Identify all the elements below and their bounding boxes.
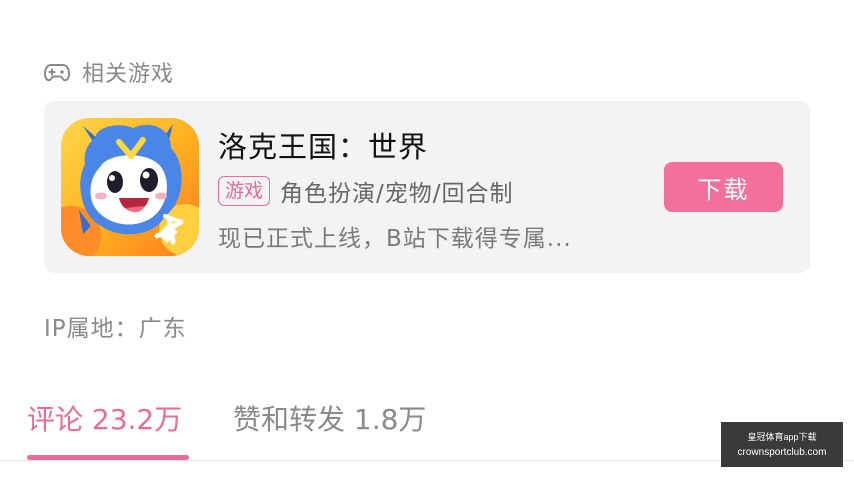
watermark: 皇冠体育app下载 crownsportclub.com (721, 422, 843, 467)
tab-comments[interactable]: 评论 23.2万 (27, 398, 182, 438)
tab-likes-shares[interactable]: 赞和转发 1.8万 (233, 398, 426, 438)
gamepad-icon (44, 64, 70, 82)
game-genre: 角色扮演/宠物/回合制 (280, 181, 514, 207)
ip-location: IP属地：广东 (44, 316, 187, 342)
watermark-line1: 皇冠体育app下载 (747, 431, 817, 442)
game-tag-badge: 游戏 (218, 176, 271, 206)
game-meta: 游戏 角色扮演/宠物/回合制 (218, 174, 514, 208)
related-games-title: 相关游戏 (82, 62, 175, 87)
watermark-line2: crownsportclub.com (737, 446, 827, 458)
game-card[interactable]: 洛克王国：世界 游戏 角色扮演/宠物/回合制 现已正式上线，B站下载得专属...… (44, 101, 810, 273)
related-games-header: 相关游戏 (44, 56, 174, 88)
game-name[interactable]: 洛克王国：世界 (218, 129, 428, 165)
download-button[interactable]: 下载 (664, 162, 783, 212)
game-description: 现已正式上线，B站下载得专属... (218, 226, 572, 252)
game-app-icon[interactable] (61, 118, 199, 256)
